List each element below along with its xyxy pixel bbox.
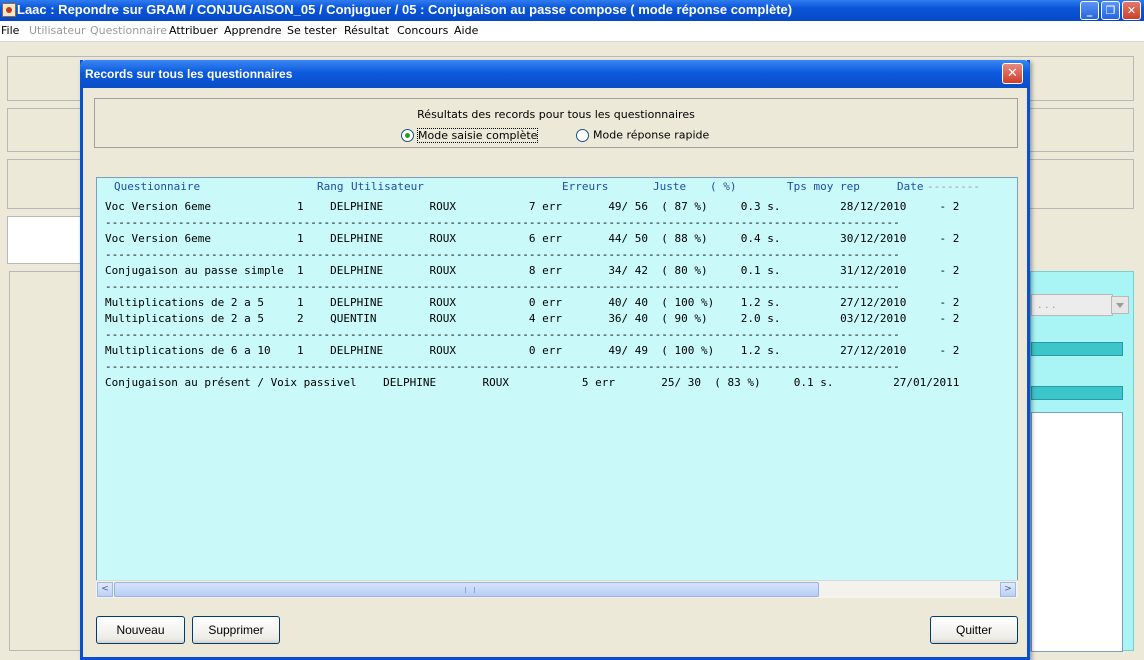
mode-reponse-rapide-radio[interactable]: Mode réponse rapide xyxy=(576,128,709,144)
background-text-area xyxy=(1031,412,1123,652)
menu-apprendre[interactable]: Apprendre xyxy=(224,24,282,37)
background-right-panel: . . . xyxy=(1030,271,1134,652)
scrollbar-thumb[interactable] xyxy=(114,582,819,597)
maximize-button[interactable]: ❐ xyxy=(1101,1,1120,20)
column-header-erreurs: Erreurs xyxy=(562,180,609,193)
record-row[interactable]: Multiplications de 2 a 5 1 DELPHINE ROUX… xyxy=(105,296,959,309)
window-titlebar: Laac : Repondre sur GRAM / CONJUGAISON_0… xyxy=(0,0,1144,21)
combo-arrow-icon xyxy=(1111,296,1129,314)
radio-unselected-icon xyxy=(576,128,589,142)
horizontal-scrollbar[interactable]: < > xyxy=(96,580,1018,598)
close-window-button[interactable]: ✕ xyxy=(1122,1,1141,20)
column-header-juste: Juste xyxy=(653,180,687,193)
background-bar xyxy=(1031,342,1123,356)
scroll-right-icon[interactable]: > xyxy=(1000,582,1016,597)
record-row[interactable]: Voc Version 6eme 1 DELPHINE ROUX 6 err 4… xyxy=(105,232,959,245)
row-separator: ----------------------------------------… xyxy=(105,216,900,229)
row-separator: ----------------------------------------… xyxy=(105,248,900,261)
scrollbar-grip-icon xyxy=(465,587,475,593)
column-header-rang: Rang xyxy=(317,180,344,193)
records-list[interactable]: Questionnaire Rang Utilisateur Erreurs J… xyxy=(96,177,1018,598)
dialog-title: Records sur tous les questionnaires xyxy=(85,67,293,81)
menu-aide[interactable]: Aide xyxy=(454,24,478,37)
row-separator: ----------------------------------------… xyxy=(105,360,900,373)
column-header-tps-moy-rep: Tps moy rep xyxy=(787,180,860,193)
menu-bar: File Utilisateur Questionnaire Attribuer… xyxy=(0,21,1144,42)
java-app-icon xyxy=(2,3,16,17)
record-row[interactable]: Multiplications de 2 a 5 2 QUENTIN ROUX … xyxy=(105,312,959,325)
menu-resultat[interactable]: Résultat xyxy=(344,24,389,37)
mode-panel: Résultats des records pour tous les ques… xyxy=(94,98,1018,148)
dialog-titlebar: Records sur tous les questionnaires ✕ xyxy=(80,60,1030,88)
window-title: Laac : Repondre sur GRAM / CONJUGAISON_0… xyxy=(17,2,793,17)
background-combo: . . . xyxy=(1031,294,1113,316)
background-input xyxy=(7,216,82,264)
menu-se-tester[interactable]: Se tester xyxy=(287,24,337,37)
record-row[interactable]: Multiplications de 6 a 10 1 DELPHINE ROU… xyxy=(105,344,959,357)
background-left-panel xyxy=(9,271,81,651)
dialog-close-button[interactable]: ✕ xyxy=(1002,63,1023,84)
column-header-date: Date xyxy=(897,180,924,193)
quitter-button[interactable]: Quitter xyxy=(930,616,1018,644)
scroll-left-icon[interactable]: < xyxy=(97,582,113,597)
column-header-pourcent: ( %) xyxy=(710,180,737,193)
mode-saisie-complete-radio[interactable]: Mode saisie complète xyxy=(401,127,539,144)
background-bar xyxy=(1031,386,1123,400)
record-row[interactable]: Conjugaison au passe simple 1 DELPHINE R… xyxy=(105,264,959,277)
results-caption: Résultats des records pour tous les ques… xyxy=(417,108,695,121)
row-separator: ----------------------------------------… xyxy=(105,328,900,341)
record-row[interactable]: Conjugaison au présent / Voix passivel D… xyxy=(105,376,959,389)
menu-file[interactable]: File xyxy=(1,24,19,37)
record-row[interactable]: Voc Version 6eme 1 DELPHINE ROUX 7 err 4… xyxy=(105,200,959,213)
mode-saisie-complete-label: Mode saisie complète xyxy=(416,127,539,143)
nouveau-button[interactable]: Nouveau xyxy=(96,616,185,644)
column-header-questionnaire: Questionnaire xyxy=(114,180,201,193)
menu-utilisateur[interactable]: Utilisateur xyxy=(29,24,86,37)
row-separator: ----------------------------------------… xyxy=(105,280,900,293)
minimize-button[interactable]: _ xyxy=(1080,1,1099,20)
records-dialog: Records sur tous les questionnaires ✕ Ré… xyxy=(80,60,1030,660)
mode-reponse-rapide-label: Mode réponse rapide xyxy=(593,128,710,142)
radio-selected-icon xyxy=(401,128,414,142)
menu-questionnaire[interactable]: Questionnaire xyxy=(90,24,167,37)
supprimer-button[interactable]: Supprimer xyxy=(192,616,280,644)
menu-attribuer[interactable]: Attribuer xyxy=(169,24,218,37)
header-underline: -------- xyxy=(927,180,980,193)
column-header-utilisateur: Utilisateur xyxy=(351,180,424,193)
menu-concours[interactable]: Concours xyxy=(397,24,448,37)
